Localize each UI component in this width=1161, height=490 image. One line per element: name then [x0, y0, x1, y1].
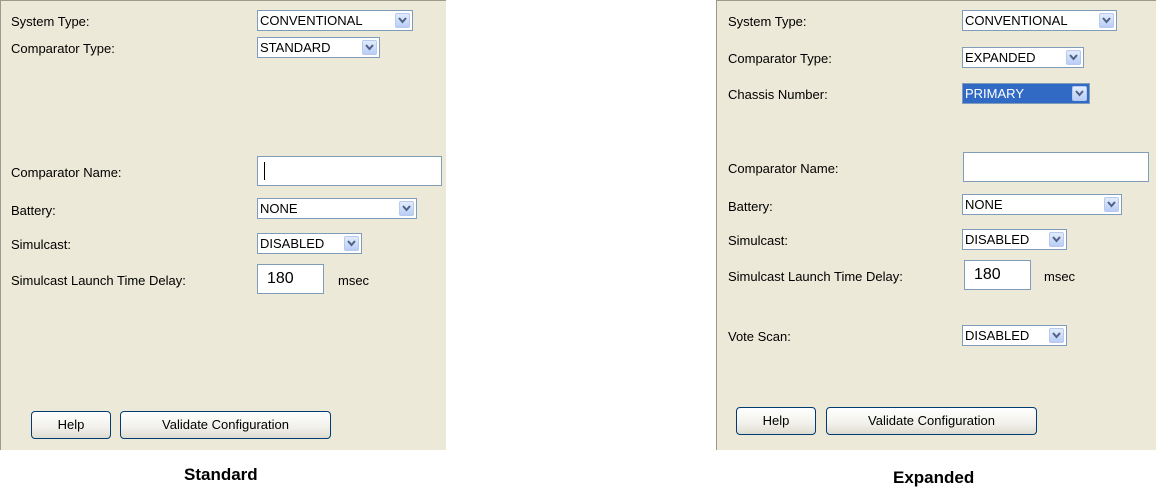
- comparator-type-select[interactable]: EXPANDED: [962, 47, 1084, 68]
- text-caret: [264, 162, 265, 180]
- chevron-down-icon[interactable]: [362, 40, 377, 55]
- comparator-type-label: Comparator Type:: [728, 51, 832, 66]
- simulcast-label: Simulcast:: [728, 233, 788, 248]
- validate-configuration-button[interactable]: Validate Configuration: [826, 407, 1037, 435]
- simulcast-select[interactable]: DISABLED: [257, 233, 362, 254]
- simulcast-label: Simulcast:: [11, 237, 71, 252]
- delay-label: Simulcast Launch Time Delay:: [11, 273, 186, 288]
- vote-scan-select[interactable]: DISABLED: [962, 325, 1067, 346]
- system-type-select[interactable]: CONVENTIONAL: [962, 10, 1117, 31]
- battery-label: Battery:: [11, 203, 56, 218]
- system-type-value: CONVENTIONAL: [260, 13, 363, 28]
- standard-panel: System Type: CONVENTIONAL Comparator Typ…: [0, 0, 446, 450]
- simulcast-select[interactable]: DISABLED: [962, 229, 1067, 250]
- help-button[interactable]: Help: [31, 411, 111, 439]
- chevron-down-icon[interactable]: [1049, 232, 1064, 247]
- battery-value: NONE: [965, 197, 1003, 212]
- help-button-label: Help: [57, 417, 85, 432]
- chevron-down-icon[interactable]: [1099, 13, 1114, 28]
- validate-configuration-button[interactable]: Validate Configuration: [120, 411, 331, 439]
- delay-value: 180: [974, 266, 1001, 283]
- battery-value: NONE: [260, 201, 298, 216]
- delay-value: 180: [267, 270, 294, 287]
- delay-label: Simulcast Launch Time Delay:: [728, 269, 903, 284]
- comparator-name-input[interactable]: [963, 152, 1149, 182]
- simulcast-value: DISABLED: [260, 236, 325, 251]
- comparator-type-label: Comparator Type:: [11, 41, 115, 56]
- system-type-value: CONVENTIONAL: [965, 13, 1068, 28]
- comparator-name-label: Comparator Name:: [11, 165, 122, 180]
- delay-unit: msec: [1044, 269, 1076, 284]
- delay-input[interactable]: 180: [964, 260, 1031, 290]
- comparator-name-label: Comparator Name:: [728, 161, 839, 176]
- delay-input[interactable]: 180: [257, 264, 324, 294]
- comparator-type-value: EXPANDED: [965, 50, 1036, 65]
- comparator-type-value: STANDARD: [260, 40, 331, 55]
- system-type-label: System Type:: [728, 14, 807, 29]
- comparator-type-select[interactable]: STANDARD: [257, 37, 380, 58]
- standard-caption: Standard: [184, 465, 258, 484]
- chevron-down-icon[interactable]: [1066, 50, 1081, 65]
- chassis-number-select[interactable]: PRIMARY: [962, 83, 1090, 104]
- chevron-down-icon[interactable]: [1049, 328, 1064, 343]
- chevron-down-icon[interactable]: [1104, 197, 1119, 212]
- delay-unit: msec: [338, 273, 370, 288]
- expanded-caption: Expanded: [893, 468, 975, 487]
- chassis-number-value: PRIMARY: [965, 86, 1024, 101]
- battery-select[interactable]: NONE: [257, 198, 417, 219]
- help-button-label: Help: [762, 413, 790, 428]
- vote-scan-label: Vote Scan:: [728, 329, 791, 344]
- expanded-panel: System Type: CONVENTIONAL Comparator Typ…: [716, 0, 1156, 450]
- battery-label: Battery:: [728, 199, 773, 214]
- system-type-select[interactable]: CONVENTIONAL: [257, 10, 413, 31]
- help-button[interactable]: Help: [736, 407, 816, 435]
- vote-scan-value: DISABLED: [965, 328, 1030, 343]
- chevron-down-icon[interactable]: [399, 201, 414, 216]
- simulcast-value: DISABLED: [965, 232, 1030, 247]
- battery-select[interactable]: NONE: [962, 194, 1122, 215]
- system-type-label: System Type:: [11, 14, 90, 29]
- chevron-down-icon[interactable]: [395, 13, 410, 28]
- comparator-name-input[interactable]: [257, 156, 442, 186]
- chevron-down-icon[interactable]: [344, 236, 359, 251]
- chevron-down-icon[interactable]: [1072, 86, 1087, 101]
- validate-button-label: Validate Configuration: [868, 413, 995, 428]
- chassis-number-label: Chassis Number:: [728, 87, 828, 102]
- validate-button-label: Validate Configuration: [162, 417, 289, 432]
